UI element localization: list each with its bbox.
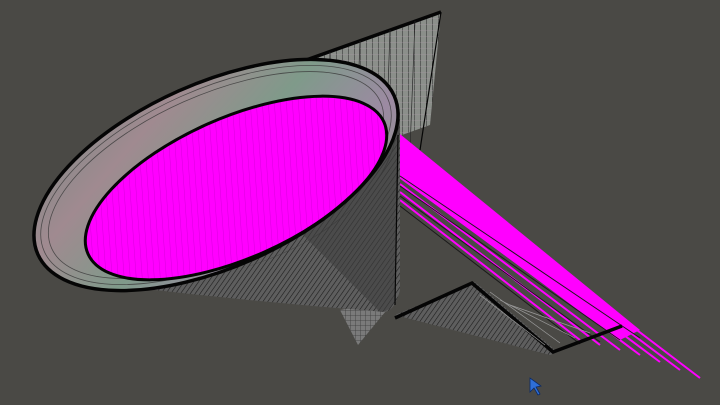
- arrow-cursor-icon: [529, 377, 542, 396]
- scene-viewport[interactable]: [0, 0, 720, 405]
- magenta-ray-fan[interactable]: [395, 130, 701, 379]
- scene-canvas[interactable]: [0, 0, 720, 405]
